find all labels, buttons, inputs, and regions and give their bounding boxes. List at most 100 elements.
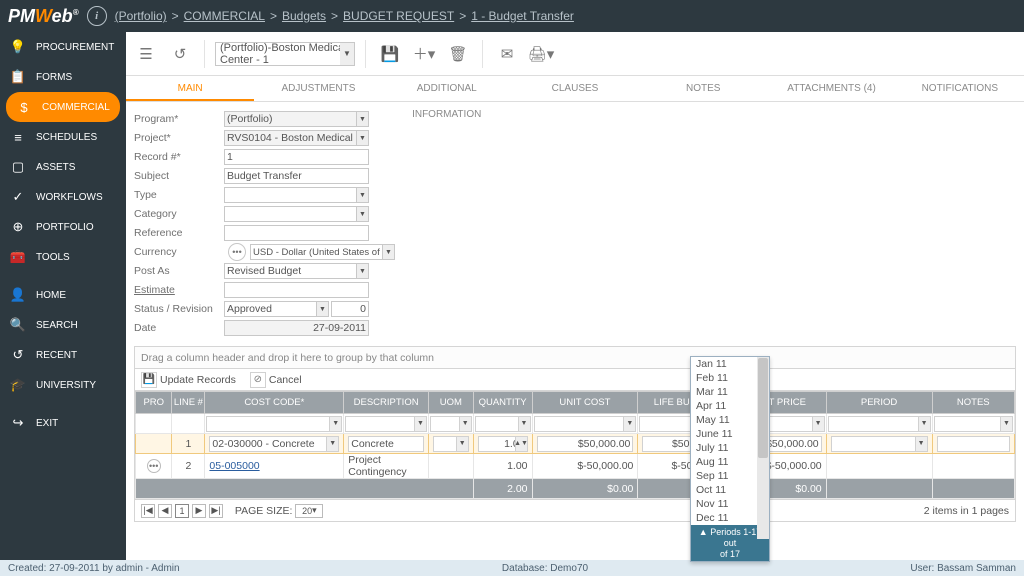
col-unit-cost[interactable]: UNIT COST bbox=[532, 392, 638, 414]
mail-icon[interactable]: ✉ bbox=[493, 40, 521, 68]
currency-lookup-icon[interactable]: ••• bbox=[228, 243, 246, 261]
col-notes[interactable]: NOTES bbox=[932, 392, 1014, 414]
col-quantity[interactable]: QUANTITY bbox=[473, 392, 532, 414]
breadcrumb-budgets[interactable]: Budgets bbox=[282, 9, 326, 23]
grid-group-area[interactable]: Drag a column header and drop it here to… bbox=[135, 347, 1015, 369]
cell-description-input[interactable]: Concrete bbox=[348, 436, 424, 452]
sidebar-item-procurement[interactable]: 💡PROCUREMENT bbox=[0, 32, 126, 62]
col-line[interactable]: LINE # bbox=[172, 392, 205, 414]
update-records-button[interactable]: 💾Update Records bbox=[141, 372, 236, 388]
label-estimate[interactable]: Estimate bbox=[134, 284, 224, 296]
globe-icon: ⊕ bbox=[10, 219, 26, 235]
tab-clauses[interactable]: CLAUSES bbox=[511, 76, 639, 101]
filter-period[interactable]: ▼ bbox=[828, 416, 931, 432]
label-reference: Reference bbox=[134, 227, 224, 239]
revision-field[interactable]: 0 bbox=[331, 301, 369, 317]
period-dropdown[interactable]: Jan 11 Feb 11 Mar 11 Apr 11 May 11 June … bbox=[690, 356, 770, 562]
sidebar-item-recent[interactable]: ↺RECENT bbox=[0, 340, 126, 370]
filter-description[interactable]: ▼ bbox=[345, 416, 427, 432]
subject-field[interactable]: Budget Transfer bbox=[224, 168, 369, 184]
pager-last-icon[interactable]: ▶| bbox=[209, 504, 223, 518]
sidebar-item-schedules[interactable]: ≡SCHEDULES bbox=[0, 122, 126, 152]
type-field[interactable]: ▼ bbox=[224, 187, 369, 203]
currency-field[interactable]: USD - Dollar (United States of America)▼ bbox=[250, 244, 395, 260]
tab-notes[interactable]: NOTES bbox=[639, 76, 767, 101]
graduation-icon: 🎓 bbox=[10, 377, 26, 393]
sidebar-item-tools[interactable]: 🧰TOOLS bbox=[0, 242, 126, 272]
col-description[interactable]: DESCRIPTION bbox=[344, 392, 429, 414]
reference-field[interactable] bbox=[224, 225, 369, 241]
category-field[interactable]: ▼ bbox=[224, 206, 369, 222]
col-pro[interactable]: PRO bbox=[136, 392, 172, 414]
info-icon[interactable]: i bbox=[87, 6, 107, 26]
pager-next-icon[interactable]: ▶ bbox=[192, 504, 206, 518]
footer-database: Database: Demo70 bbox=[502, 563, 588, 574]
label-category: Category bbox=[134, 208, 224, 220]
row-menu-icon[interactable]: ••• bbox=[147, 459, 161, 473]
cell-qty-input[interactable]: 1.00▲▼ bbox=[478, 436, 528, 452]
status-field[interactable]: Approved▼ bbox=[224, 301, 329, 317]
search-icon: 🔍 bbox=[10, 317, 26, 333]
tab-notifications[interactable]: NOTIFICATIONS bbox=[896, 76, 1024, 101]
postas-field[interactable]: Revised Budget▼ bbox=[224, 263, 369, 279]
tab-additional-info[interactable]: ADDITIONAL INFORMATION bbox=[383, 76, 511, 101]
cancel-icon: ⊘ bbox=[250, 372, 266, 388]
filter-cost-code[interactable]: ▼ bbox=[206, 416, 342, 432]
tab-adjustments[interactable]: ADJUSTMENTS bbox=[254, 76, 382, 101]
record-field[interactable]: 1 bbox=[224, 149, 369, 165]
pager-first-icon[interactable]: |◀ bbox=[141, 504, 155, 518]
breadcrumb-budget-request[interactable]: BUDGET REQUEST bbox=[343, 9, 454, 23]
pager-prev-icon[interactable]: ◀ bbox=[158, 504, 172, 518]
check-icon: ✓ bbox=[10, 189, 26, 205]
col-uom[interactable]: UOM bbox=[428, 392, 473, 414]
sidebar: 💡PROCUREMENT 📋FORMS $COMMERCIAL ≡SCHEDUL… bbox=[0, 32, 126, 560]
sidebar-item-exit[interactable]: ↪EXIT bbox=[0, 408, 126, 438]
cell-uom-input[interactable]: ▼ bbox=[433, 436, 469, 452]
sidebar-item-home[interactable]: 👤HOME bbox=[0, 280, 126, 310]
history-icon[interactable]: ↺ bbox=[166, 40, 194, 68]
pager-current[interactable]: 1 bbox=[175, 504, 189, 518]
sidebar-item-workflows[interactable]: ✓WORKFLOWS bbox=[0, 182, 126, 212]
project-field[interactable]: RVS0104 - Boston Medical Center▼ bbox=[224, 130, 369, 146]
breadcrumb-commercial[interactable]: COMMERCIAL bbox=[184, 9, 265, 23]
main-area: ☰ ↺ (Portfolio)-Boston Medical Center - … bbox=[126, 32, 1024, 560]
delete-icon[interactable]: 🗑 bbox=[444, 40, 472, 68]
tab-attachments[interactable]: ATTACHMENTS (4) bbox=[767, 76, 895, 101]
filter-unit-cost[interactable]: ▼ bbox=[534, 416, 637, 432]
sidebar-item-search[interactable]: 🔍SEARCH bbox=[0, 310, 126, 340]
filter-quantity[interactable]: ▼ bbox=[475, 416, 531, 432]
menu-icon[interactable]: ☰ bbox=[132, 40, 160, 68]
page-size-select[interactable]: 20▾ bbox=[295, 504, 323, 518]
cell-cost-code-2[interactable]: 05-005000 bbox=[205, 454, 344, 479]
save-icon[interactable]: 💾 bbox=[376, 40, 404, 68]
estimate-field[interactable] bbox=[224, 282, 369, 298]
app-header: PMWeb® i (Portfolio) > COMMERCIAL > Budg… bbox=[0, 0, 1024, 32]
filter-notes[interactable]: ▼ bbox=[934, 416, 1013, 432]
tab-main[interactable]: MAIN bbox=[126, 76, 254, 101]
sidebar-item-assets[interactable]: ▢ASSETS bbox=[0, 152, 126, 182]
sidebar-item-portfolio[interactable]: ⊕PORTFOLIO bbox=[0, 212, 126, 242]
page-size-label: PAGE SIZE: bbox=[235, 505, 293, 517]
print-icon[interactable]: 🖨▾ bbox=[527, 40, 555, 68]
col-cost-code[interactable]: COST CODE* bbox=[205, 392, 344, 414]
col-period[interactable]: PERIOD bbox=[826, 392, 932, 414]
breadcrumb-portfolio[interactable]: (Portfolio) bbox=[115, 9, 167, 23]
cell-period-input[interactable]: ▼ bbox=[831, 436, 928, 452]
filter-uom[interactable]: ▼ bbox=[430, 416, 472, 432]
sidebar-item-forms[interactable]: 📋FORMS bbox=[0, 62, 126, 92]
cell-cost-code-input[interactable]: 02-030000 - Concrete▼ bbox=[209, 436, 339, 452]
date-field[interactable]: 27-09-2011 bbox=[224, 320, 369, 336]
program-field[interactable]: (Portfolio)▼ bbox=[224, 111, 369, 127]
cancel-button[interactable]: ⊘Cancel bbox=[250, 372, 302, 388]
cell-description-2: Project Contingency bbox=[344, 454, 429, 479]
sidebar-item-university[interactable]: 🎓UNIVERSITY bbox=[0, 370, 126, 400]
dd-scrollbar[interactable] bbox=[757, 357, 769, 539]
add-icon[interactable]: ＋▾ bbox=[410, 40, 438, 68]
breadcrumb-current[interactable]: 1 - Budget Transfer bbox=[471, 9, 574, 23]
sidebar-item-commercial[interactable]: $COMMERCIAL bbox=[6, 92, 120, 122]
label-record: Record #* bbox=[134, 151, 224, 163]
cell-ucost-input[interactable]: $50,000.00 bbox=[537, 436, 634, 452]
status-bar: Created: 27-09-2011 by admin - Admin Dat… bbox=[0, 560, 1024, 576]
record-selector[interactable]: (Portfolio)-Boston Medical Center - 1▼ bbox=[215, 42, 355, 66]
cell-notes-input[interactable] bbox=[937, 436, 1010, 452]
